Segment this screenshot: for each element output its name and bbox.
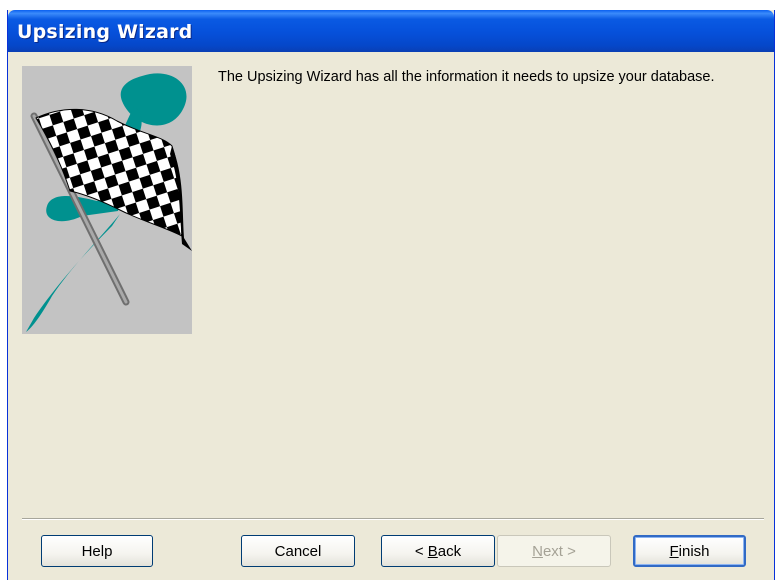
window-title: Upsizing Wizard	[17, 21, 193, 43]
title-bar[interactable]: Upsizing Wizard	[8, 10, 774, 52]
help-button[interactable]: Help	[41, 535, 153, 567]
help-button-label: Help	[81, 542, 113, 560]
back-button-accel: B	[427, 542, 438, 560]
back-button[interactable]: < Back	[381, 535, 495, 567]
wizard-window: Upsizing Wizard The Upsizing Wizard has …	[7, 10, 775, 580]
finish-button-accel: F	[669, 542, 679, 560]
cancel-button-label: Cancel	[274, 542, 322, 560]
wizard-message: The Upsizing Wizard has all the informat…	[218, 69, 715, 85]
checkered-flag-icon	[22, 66, 192, 334]
next-button-accel: N	[532, 542, 543, 560]
separator	[22, 518, 764, 520]
cancel-button[interactable]: Cancel	[241, 535, 355, 567]
next-button-rest: ext >	[542, 542, 576, 560]
next-button[interactable]: Next >	[497, 535, 611, 567]
back-button-prefix: <	[414, 542, 428, 560]
back-button-rest: ack	[437, 542, 462, 560]
finish-button[interactable]: Finish	[633, 535, 746, 567]
finish-button-rest: inish	[678, 542, 710, 560]
